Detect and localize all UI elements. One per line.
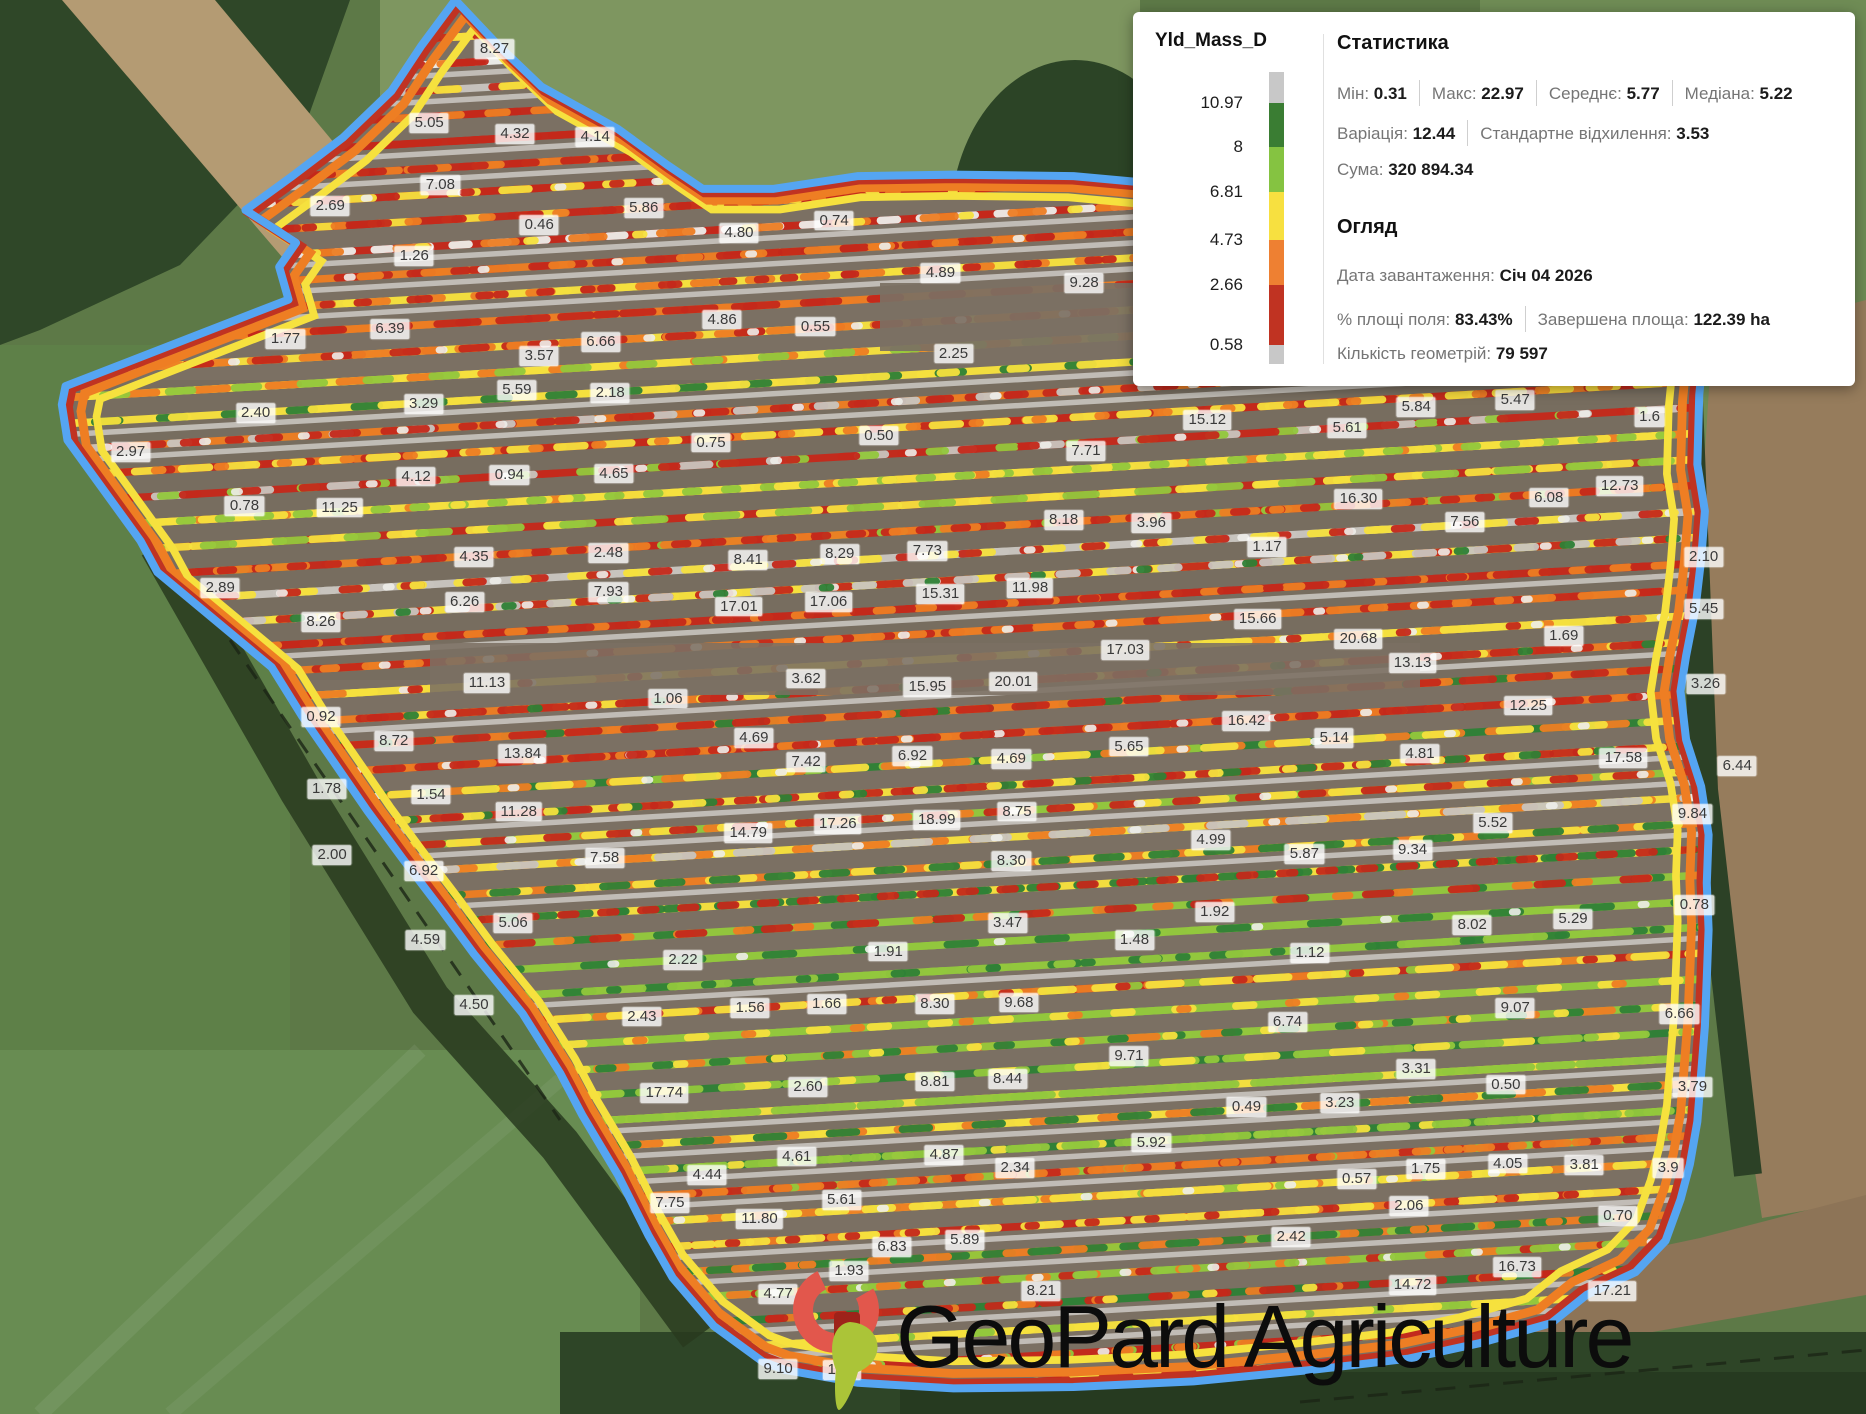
overview-title: Огляд: [1337, 216, 1397, 239]
legend-color-segment: [1269, 240, 1284, 285]
legend-color-segment: [1269, 72, 1284, 103]
legend-tick: 4.73: [1210, 230, 1243, 250]
legend-title: Yld_Mass_D: [1155, 30, 1267, 52]
legend-tick: 2.66: [1210, 275, 1243, 295]
statistics-panel: Yld_Mass_D 10.97 8 6.81 4.73 2.66 0.58 Статис…: [1133, 12, 1855, 386]
legend-tick: 8: [1234, 137, 1243, 157]
legend-color-segment: [1269, 147, 1284, 192]
stats-row-1: Мін: 0.31Макс: 22.97Середнє: 5.77Медіана…: [1337, 80, 1793, 106]
geopard-logo-text: GeoPard Agriculture: [896, 1293, 1631, 1381]
stats-row-3: Сума: 320 894.34: [1337, 160, 1473, 180]
yield-map-screen: 8.275.054.324.147.082.690.465.864.800.74…: [0, 0, 1866, 1414]
legend-color-segment: [1269, 103, 1284, 147]
legend-ticks: 10.97 8 6.81 4.73 2.66 0.58: [1155, 72, 1243, 364]
legend-tick: 10.97: [1200, 93, 1243, 113]
overview-row-2: % площі поля: 83.43%Завершена площа: 122…: [1337, 306, 1770, 332]
panel-divider: [1323, 34, 1324, 364]
legend-colorbar: [1269, 72, 1284, 364]
stats-row-2: Варіація: 12.44Стандартне відхилення: 3.…: [1337, 120, 1709, 146]
geopard-logo: GeoPard Agriculture: [790, 1262, 1631, 1412]
legend: Yld_Mass_D 10.97 8 6.81 4.73 2.66 0.58: [1155, 12, 1315, 386]
legend-color-segment: [1269, 285, 1284, 345]
overview-row-3: Кількість геометрій: 79 597: [1337, 344, 1548, 364]
stats-title: Статистика: [1337, 32, 1449, 55]
stats-column: Статистика Мін: 0.31Макс: 22.97Середнє: …: [1337, 12, 1835, 386]
legend-tick: 6.81: [1210, 182, 1243, 202]
legend-color-segment: [1269, 345, 1284, 364]
legend-tick: 0.58: [1210, 335, 1243, 355]
field-soil-gap: [430, 643, 1420, 695]
legend-color-segment: [1269, 192, 1284, 240]
overview-row-1: Дата завантаження: Січ 04 2026: [1337, 266, 1593, 286]
geopard-logo-mark: [790, 1262, 890, 1412]
